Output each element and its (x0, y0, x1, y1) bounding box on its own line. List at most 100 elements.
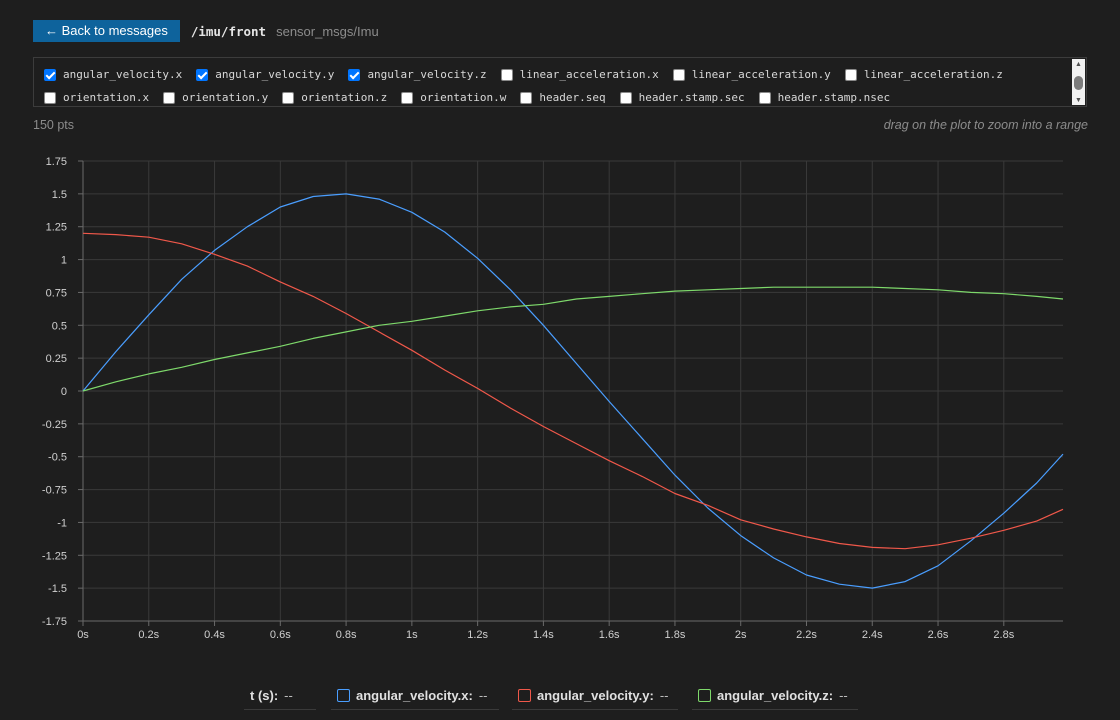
x-tick-label: 2.2s (796, 629, 817, 641)
field-checkbox[interactable] (196, 68, 209, 81)
legend-series-name: angular_velocity.x: (356, 688, 473, 703)
field-label: angular_velocity.z (367, 68, 487, 81)
legend-time: t (s): -- (244, 682, 316, 710)
legend-swatch (337, 689, 350, 702)
zoom-hint: drag on the plot to zoom into a range (883, 118, 1088, 132)
field-checkbox[interactable] (401, 91, 414, 104)
y-tick-label: -0.75 (42, 485, 67, 497)
plot-legend: t (s): -- angular_velocity.x: -- angular… (0, 682, 1120, 712)
y-tick-label: -0.25 (42, 419, 67, 431)
field-label: orientation.z (301, 91, 388, 104)
top-bar: ← Back to messages /imu/front sensor_msg… (33, 20, 379, 42)
legend-series-name: angular_velocity.y: (537, 688, 654, 703)
x-tick-label: 1.2s (467, 629, 488, 641)
field-checkbox-item[interactable]: orientation.z (282, 91, 387, 104)
message-type: sensor_msgs/Imu (276, 23, 379, 39)
field-label: header.stamp.nsec (777, 91, 891, 104)
legend-swatch (698, 689, 711, 702)
field-checkbox[interactable] (672, 68, 685, 81)
field-label: header.stamp.sec (638, 91, 745, 104)
field-checkbox[interactable] (520, 91, 533, 104)
field-label: angular_velocity.y (215, 68, 335, 81)
field-label: header.seq (539, 91, 606, 104)
x-tick-label: 0.2s (138, 629, 159, 641)
x-tick-label: 0.6s (270, 629, 291, 641)
field-label: linear_acceleration.y (691, 68, 831, 81)
field-checkbox[interactable] (44, 68, 56, 81)
field-checkbox-item[interactable]: angular_velocity.x (44, 68, 182, 81)
y-tick-label: 0.5 (52, 320, 67, 332)
field-checkbox-item[interactable]: linear_acceleration.x (500, 68, 659, 81)
legend-series-value: -- (478, 688, 488, 703)
legend-series-name: angular_velocity.z: (717, 688, 834, 703)
legend-time-label: t (s): (250, 688, 279, 703)
point-count: 150 pts (33, 118, 75, 132)
field-checkbox[interactable] (758, 91, 771, 104)
x-tick-label: 0.8s (336, 629, 357, 641)
field-label: orientation.y (182, 91, 269, 104)
field-label: orientation.x (63, 91, 150, 104)
field-row: angular_velocity.x angular_velocity.y angu… (44, 63, 1069, 86)
field-checkbox[interactable] (844, 68, 857, 81)
y-tick-label: -0.5 (48, 452, 67, 464)
field-label: angular_velocity.x (63, 68, 183, 81)
y-tick-label: -1.75 (42, 616, 67, 628)
x-tick-label: 0s (77, 629, 89, 641)
field-checkbox[interactable] (282, 91, 295, 104)
field-checkbox-item[interactable]: orientation.y (163, 91, 268, 104)
back-to-messages-button[interactable]: ← Back to messages (33, 20, 180, 42)
field-label: orientation.w (420, 91, 507, 104)
field-checkbox-item[interactable]: linear_acceleration.z (844, 68, 1003, 81)
field-list: angular_velocity.x angular_velocity.y angu… (44, 63, 1069, 106)
y-tick-label: -1.5 (48, 583, 67, 595)
legend-item: angular_velocity.x: -- (331, 682, 499, 710)
scroll-thumb[interactable] (1074, 76, 1083, 90)
field-checkbox-item[interactable]: header.seq (520, 91, 606, 104)
legend-series-value: -- (659, 688, 669, 703)
legend-swatch (518, 689, 531, 702)
field-checkbox-item[interactable]: angular_velocity.y (196, 68, 334, 81)
field-checkbox-item[interactable]: header.stamp.nsec (758, 91, 891, 104)
scroll-down-icon[interactable]: ▼ (1072, 96, 1085, 105)
field-checkbox[interactable] (44, 91, 56, 104)
field-checkbox-item[interactable]: angular_velocity.z (348, 68, 487, 81)
x-tick-label: 2.8s (993, 629, 1014, 641)
field-checkbox-item[interactable]: orientation.x (44, 91, 149, 104)
y-tick-label: 1.5 (52, 189, 67, 201)
field-checkbox-item[interactable]: orientation.w (401, 91, 506, 104)
legend-item: angular_velocity.z: -- (692, 682, 858, 710)
x-tick-label: 2s (735, 629, 747, 641)
field-checkbox[interactable] (348, 68, 361, 81)
plot-background (0, 140, 1120, 670)
x-tick-label: 1.4s (533, 629, 554, 641)
field-checkbox[interactable] (163, 91, 176, 104)
time-series-plot[interactable]: 1.75 1.5 1.25 1 0.75 0.5 0.25 0 -0.25 -0.5 -0.75 -1… (0, 140, 1120, 670)
y-tick-label: 0.25 (46, 353, 67, 365)
field-checkbox-item[interactable]: linear_acceleration.y (672, 68, 831, 81)
y-tick-label: 1 (61, 255, 67, 267)
field-checkbox[interactable] (500, 68, 513, 81)
field-label: linear_acceleration.x (519, 68, 659, 81)
y-tick-label: -1.25 (42, 550, 67, 562)
legend-item: angular_velocity.y: -- (512, 682, 678, 710)
topic-name: /imu/front (190, 23, 267, 39)
field-label: linear_acceleration.z (863, 68, 1003, 81)
y-tick-label: -1 (57, 517, 67, 529)
field-selector: angular_velocity.x angular_velocity.y angu… (33, 57, 1087, 107)
legend-time-value: -- (284, 688, 293, 703)
field-checkbox[interactable] (619, 91, 632, 104)
y-tick-label: 1.75 (46, 156, 67, 168)
y-tick-label: 0.75 (46, 287, 67, 299)
field-checkbox-item[interactable]: header.stamp.sec (619, 91, 745, 104)
y-tick-label: 0 (61, 386, 67, 398)
x-tick-label: 2.4s (862, 629, 883, 641)
field-row: orientation.x orientation.y orientation.z o… (44, 86, 1069, 106)
x-tick-label: 0.4s (204, 629, 225, 641)
y-tick-label: 1.25 (46, 222, 67, 234)
field-scrollbar[interactable]: ▲ ▼ (1072, 59, 1085, 105)
legend-series-value: -- (839, 688, 848, 703)
x-tick-label: 2.6s (928, 629, 949, 641)
scroll-up-icon[interactable]: ▲ (1072, 60, 1085, 69)
x-tick-label: 1.6s (599, 629, 620, 641)
x-tick-label: 1.8s (665, 629, 686, 641)
